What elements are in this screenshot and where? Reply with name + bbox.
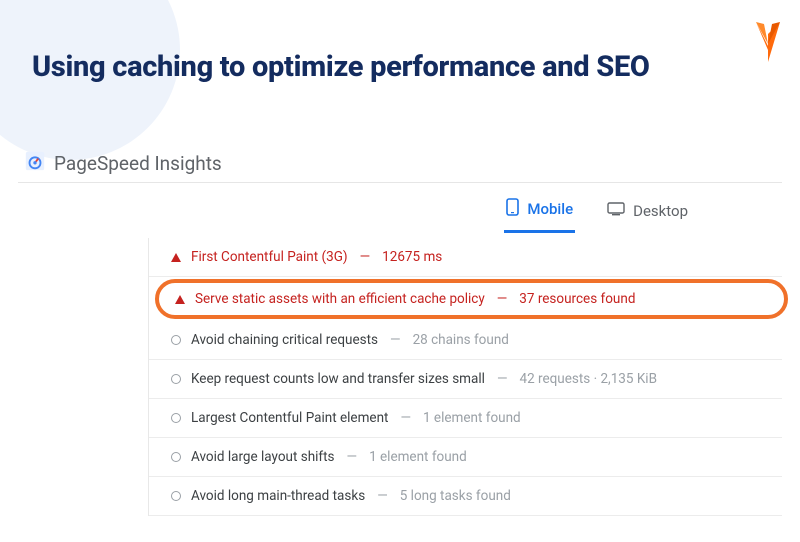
audit-row[interactable]: Keep request counts low and transfer siz… bbox=[149, 360, 782, 399]
info-circle-icon bbox=[171, 452, 181, 462]
audit-detail: 37 resources found bbox=[519, 291, 635, 307]
audit-list: First Contentful Paint (3G) — 12675 ms S… bbox=[148, 238, 782, 516]
dash: — bbox=[347, 449, 358, 465]
audit-title: Serve static assets with an efficient ca… bbox=[195, 291, 485, 307]
pagespeed-name: PageSpeed Insights bbox=[54, 152, 222, 175]
audit-row[interactable]: First Contentful Paint (3G) — 12675 ms bbox=[149, 238, 782, 277]
audit-detail: 5 long tasks found bbox=[400, 488, 511, 504]
info-circle-icon bbox=[171, 413, 181, 423]
warning-triangle-icon bbox=[171, 253, 181, 262]
page-title: Using caching to optimize performance an… bbox=[32, 50, 730, 84]
dash: — bbox=[400, 410, 411, 426]
audit-title: First Contentful Paint (3G) bbox=[191, 249, 348, 265]
audit-row[interactable]: Avoid long main-thread tasks — 5 long ta… bbox=[149, 477, 782, 516]
dash: — bbox=[360, 249, 371, 265]
tab-desktop-label: Desktop bbox=[633, 202, 688, 220]
audit-detail: 42 requests · 2,135 KiB bbox=[519, 371, 657, 387]
info-circle-icon bbox=[171, 335, 181, 345]
tab-desktop[interactable]: Desktop bbox=[605, 192, 690, 233]
warning-triangle-icon bbox=[175, 295, 185, 304]
dash: — bbox=[377, 488, 388, 504]
audit-row[interactable]: Avoid chaining critical requests — 28 ch… bbox=[149, 321, 782, 360]
audit-detail: 1 element found bbox=[369, 449, 467, 465]
info-circle-icon bbox=[171, 491, 181, 501]
audit-title: Avoid long main-thread tasks bbox=[191, 488, 365, 504]
mobile-icon bbox=[506, 198, 519, 220]
dash: — bbox=[497, 371, 508, 387]
audit-title: Avoid chaining critical requests bbox=[191, 332, 378, 348]
audit-row[interactable]: Avoid large layout shifts — 1 element fo… bbox=[149, 438, 782, 477]
audit-detail: 28 chains found bbox=[413, 332, 509, 348]
audit-title: Keep request counts low and transfer siz… bbox=[191, 371, 485, 387]
tab-mobile-label: Mobile bbox=[527, 200, 573, 218]
device-tabs: Mobile Desktop bbox=[0, 192, 800, 233]
divider bbox=[18, 182, 782, 183]
pagespeed-icon bbox=[24, 150, 46, 176]
desktop-icon bbox=[607, 202, 625, 220]
pagespeed-header: PageSpeed Insights bbox=[24, 150, 222, 176]
audit-title: Largest Contentful Paint element bbox=[191, 410, 388, 426]
audit-row[interactable]: Largest Contentful Paint element — 1 ele… bbox=[149, 399, 782, 438]
audit-detail: 1 element found bbox=[423, 410, 521, 426]
dash: — bbox=[497, 291, 508, 307]
dash: — bbox=[390, 332, 401, 348]
audit-title: Avoid large layout shifts bbox=[191, 449, 335, 465]
audit-detail: 12675 ms bbox=[382, 249, 442, 265]
tab-mobile[interactable]: Mobile bbox=[504, 192, 575, 233]
wp-rocket-logo bbox=[754, 20, 782, 68]
info-circle-icon bbox=[171, 374, 181, 384]
audit-row-highlighted[interactable]: Serve static assets with an efficient ca… bbox=[155, 279, 788, 319]
